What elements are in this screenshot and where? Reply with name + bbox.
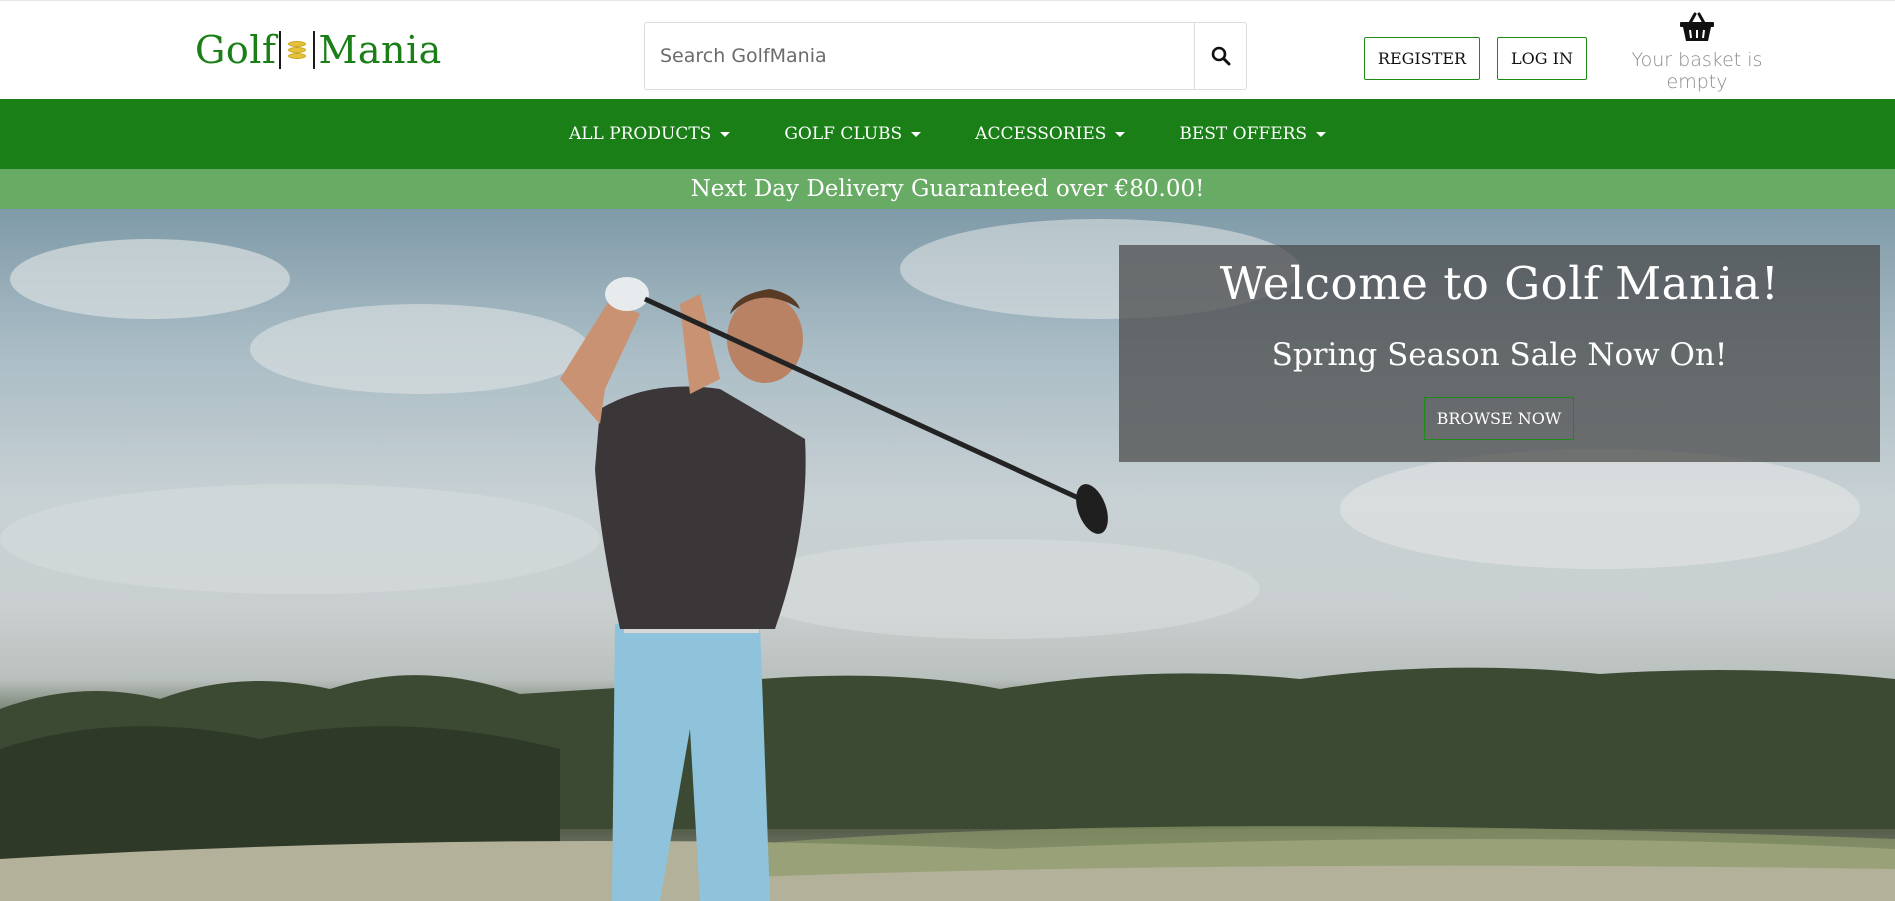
logo-divider xyxy=(313,31,316,69)
delivery-banner: Next Day Delivery Guaranteed over €80.00… xyxy=(0,169,1895,209)
basket-icon xyxy=(1680,12,1714,41)
search-button[interactable] xyxy=(1195,22,1247,90)
logo-text-mania: Mania xyxy=(318,28,442,72)
logo-text-golf: Golf xyxy=(195,28,277,72)
nav-item-golf-clubs[interactable]: GOLF CLUBS xyxy=(757,124,948,144)
register-button[interactable]: REGISTER xyxy=(1364,37,1480,80)
golf-balls-icon xyxy=(286,35,308,65)
caret-down-icon xyxy=(1115,131,1126,137)
promo-title: Welcome to Golf Mania! xyxy=(1219,257,1780,310)
login-button[interactable]: LOG IN xyxy=(1497,37,1587,80)
nav-item-label: GOLF CLUBS xyxy=(784,124,903,144)
nav-item-accessories[interactable]: ACCESSORIES xyxy=(948,124,1152,144)
nav-item-all-products[interactable]: ALL PRODUCTS xyxy=(542,124,757,144)
promo-subtitle: Spring Season Sale Now On! xyxy=(1271,337,1728,373)
search-input[interactable] xyxy=(644,22,1195,90)
caret-down-icon xyxy=(911,131,922,137)
caret-down-icon xyxy=(1316,131,1327,137)
caret-down-icon xyxy=(720,131,731,137)
search-bar xyxy=(644,22,1247,90)
basket-status: Your basket is empty xyxy=(1631,49,1763,93)
nav-item-label: ALL PRODUCTS xyxy=(568,124,712,144)
main-nav: ALL PRODUCTS GOLF CLUBS ACCESSORIES BEST… xyxy=(0,99,1895,169)
logo-divider xyxy=(279,31,282,69)
site-logo[interactable]: Golf Mania xyxy=(195,25,442,75)
nav-item-label: ACCESSORIES xyxy=(975,124,1107,144)
nav-item-label: BEST OFFERS xyxy=(1179,124,1308,144)
browse-now-button[interactable]: BROWSE NOW xyxy=(1424,397,1574,440)
site-header: Golf Mania REGISTER LOG IN Your basket i… xyxy=(0,0,1895,99)
hero-section: Welcome to Golf Mania! Spring Season Sal… xyxy=(0,209,1895,901)
promo-panel: Welcome to Golf Mania! Spring Season Sal… xyxy=(1119,245,1880,462)
search-icon xyxy=(1211,46,1230,66)
nav-item-best-offers[interactable]: BEST OFFERS xyxy=(1152,124,1353,144)
basket[interactable]: Your basket is empty xyxy=(1602,11,1792,93)
